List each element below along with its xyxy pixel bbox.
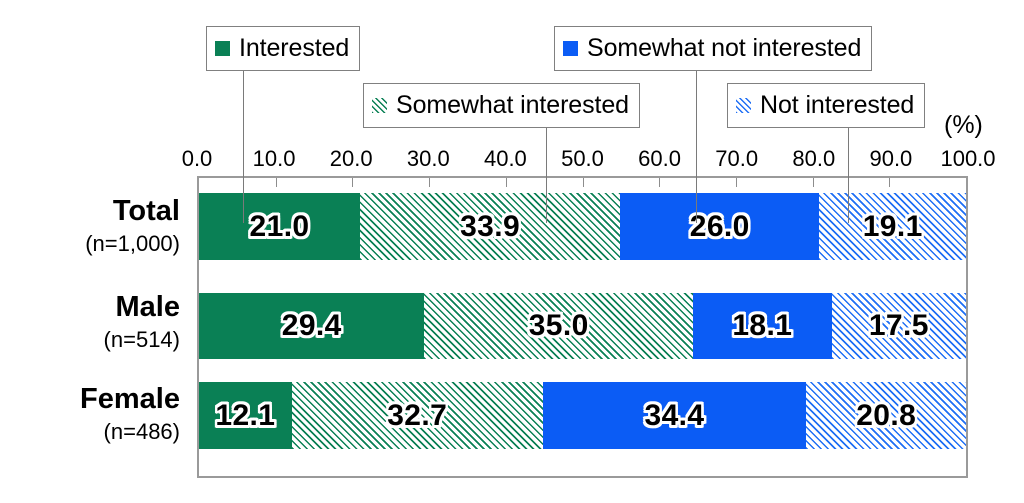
- leader-line-somewhat-not-interested: [696, 71, 697, 223]
- bar-segment-somewhat-not-interested[interactable]: 34.4: [542, 382, 807, 449]
- plot-tick: [659, 178, 661, 187]
- plot-tick: [429, 178, 431, 187]
- plot-tick: [352, 178, 354, 187]
- x-tick-label: 60.0: [638, 146, 682, 171]
- bar-value-label: 19.1: [862, 209, 923, 243]
- category-name: Total: [112, 195, 180, 227]
- bar-value-label: 33.9: [460, 209, 521, 243]
- legend-item-interested[interactable]: Interested: [206, 26, 361, 71]
- plot-tick: [889, 178, 891, 187]
- hatch-blue-square-icon: [736, 98, 751, 113]
- leader-line-somewhat-interested: [546, 128, 547, 223]
- legend-item-somewhat-interested[interactable]: Somewhat interested: [363, 83, 640, 128]
- bar-value-label: 20.8: [856, 398, 917, 432]
- bar-value-label: 29.4: [281, 309, 342, 342]
- x-tick-label: 90.0: [869, 146, 913, 171]
- plot-tick: [275, 178, 277, 187]
- leader-line-interested: [243, 71, 244, 223]
- chart-container: Interested Somewhat interested Somewhat …: [0, 0, 1024, 503]
- category-label-male: Male (n=514): [0, 293, 180, 351]
- bar-segment-interested[interactable]: 29.4: [199, 293, 425, 359]
- plot-area: 21.0 33.9 26.0 19.1 29.4 35.0 18.1 17.5 …: [197, 176, 968, 478]
- bar-value-label: 21.0: [249, 209, 310, 243]
- legend-label-interested: Interested: [239, 34, 350, 62]
- x-tick-label: 30.0: [406, 146, 450, 171]
- bar-segment-somewhat-not-interested[interactable]: 18.1: [692, 293, 832, 359]
- category-sample-size: (n=1,000): [85, 231, 180, 256]
- bar-segment-somewhat-not-interested[interactable]: 26.0: [620, 193, 820, 260]
- bar-value-label: 26.0: [689, 209, 750, 243]
- x-tick-label: 10.0: [252, 146, 296, 171]
- bar-value-label: 35.0: [528, 309, 589, 342]
- plot-tick: [735, 178, 737, 187]
- legend-label-somewhat-interested: Somewhat interested: [396, 91, 629, 119]
- x-tick-label: 40.0: [483, 146, 527, 171]
- bar-value-label: 32.7: [387, 398, 448, 432]
- legend-item-somewhat-not-interested[interactable]: Somewhat not interested: [554, 26, 873, 71]
- bar-segment-not-interested[interactable]: 20.8: [806, 382, 966, 449]
- plot-tick: [505, 178, 507, 187]
- bar-value-label: 17.5: [868, 309, 929, 342]
- bar-segment-not-interested[interactable]: 19.1: [819, 193, 966, 260]
- x-axis-tick-labels: 0.0 10.0 20.0 30.0 40.0 50.0 60.0 70.0 8…: [182, 146, 996, 174]
- bar-value-label: 34.4: [644, 398, 705, 432]
- x-tick-label: 80.0: [792, 146, 836, 171]
- bar-row-total[interactable]: 21.0 33.9 26.0 19.1: [199, 193, 966, 260]
- bar-segment-somewhat-interested[interactable]: 33.9: [360, 193, 621, 260]
- category-label-total: Total (n=1,000): [0, 197, 180, 255]
- x-tick-label: 50.0: [561, 146, 604, 171]
- x-tick-label: 70.0: [715, 146, 759, 171]
- leader-line-not-interested: [848, 128, 849, 223]
- bar-value-label: 18.1: [732, 309, 793, 342]
- bar-value-label: 12.1: [215, 398, 276, 432]
- legend-label-not-interested: Not interested: [760, 91, 915, 119]
- category-name: Female: [80, 383, 180, 415]
- axis-units-label: (%): [944, 111, 983, 139]
- solid-blue-square-icon: [563, 41, 578, 56]
- category-sample-size: (n=514): [103, 327, 180, 352]
- bar-segment-not-interested[interactable]: 17.5: [831, 293, 966, 359]
- solid-green-square-icon: [215, 41, 230, 56]
- category-name: Male: [115, 291, 180, 323]
- category-sample-size: (n=486): [103, 419, 180, 444]
- x-tick-label: 20.0: [329, 146, 373, 171]
- x-tick-label: 0.0: [181, 146, 213, 171]
- bar-segment-interested[interactable]: 12.1: [199, 382, 292, 449]
- bar-segment-somewhat-interested[interactable]: 32.7: [291, 382, 543, 449]
- bar-row-female[interactable]: 12.1 32.7 34.4 20.8: [199, 382, 966, 449]
- plot-tick: [812, 178, 814, 187]
- legend-label-somewhat-not-interested: Somewhat not interested: [587, 34, 862, 62]
- legend-item-not-interested[interactable]: Not interested: [727, 83, 926, 128]
- hatch-green-square-icon: [372, 98, 387, 113]
- bar-segment-interested[interactable]: 21.0: [199, 193, 361, 260]
- x-tick-label: 100.0: [940, 146, 996, 171]
- category-label-female: Female (n=486): [0, 385, 180, 443]
- plot-tick: [582, 178, 584, 187]
- bar-segment-somewhat-interested[interactable]: 35.0: [424, 293, 693, 359]
- bar-row-male[interactable]: 29.4 35.0 18.1 17.5: [199, 293, 966, 359]
